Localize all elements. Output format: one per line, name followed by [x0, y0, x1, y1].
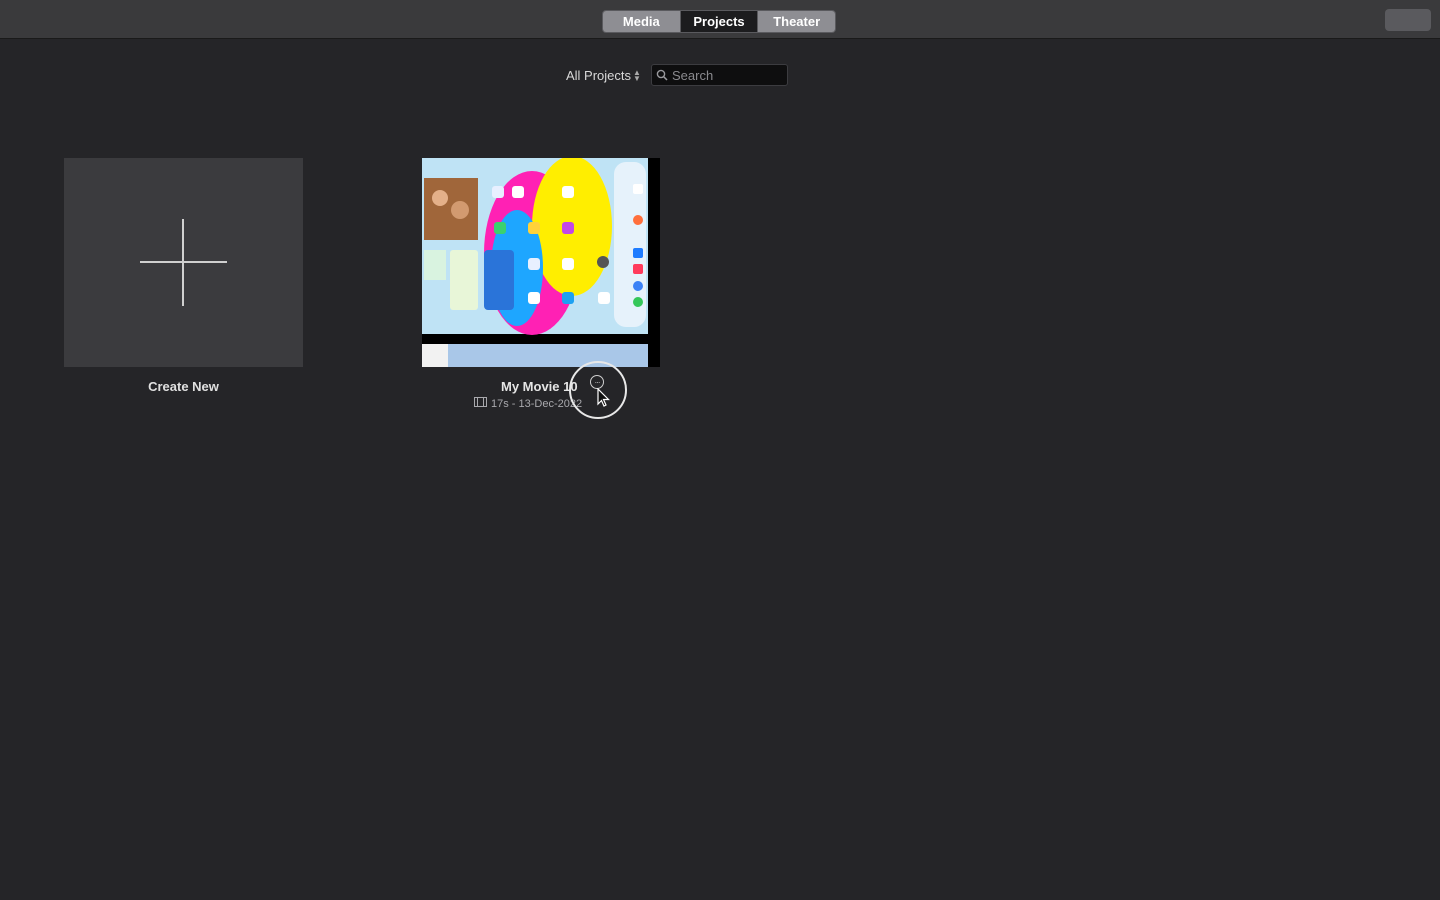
view-switcher: Media Projects Theater	[602, 10, 836, 33]
create-new-project-tile[interactable]	[64, 158, 303, 367]
project-title[interactable]: My Movie 10	[501, 379, 578, 394]
top-toolbar: Media Projects Theater	[0, 0, 1440, 39]
project-filter-dropdown[interactable]: All Projects ▲ ▼	[566, 68, 641, 83]
project-filter-label: All Projects	[566, 68, 632, 83]
tab-media[interactable]: Media	[603, 11, 680, 32]
search-input[interactable]	[672, 67, 782, 83]
ellipsis-circle-icon: ···	[590, 375, 604, 389]
tab-projects[interactable]: Projects	[679, 11, 758, 32]
updown-chevron-icon: ▲ ▼	[633, 67, 641, 83]
project-thumbnail[interactable]	[422, 158, 660, 367]
project-meta: 17s - 13-Dec-2022	[474, 397, 582, 410]
project-duration-date: 17s - 13-Dec-2022	[491, 397, 583, 410]
search-field[interactable]	[651, 64, 788, 86]
project-thumbnail-image	[422, 158, 660, 367]
search-icon	[652, 69, 672, 81]
create-new-label: Create New	[148, 379, 219, 394]
mouse-pointer-icon	[597, 388, 610, 407]
film-strip-icon	[474, 397, 487, 410]
plus-icon-vertical	[182, 219, 184, 306]
tab-theater[interactable]: Theater	[757, 11, 835, 32]
toolbar-right-button[interactable]	[1385, 9, 1431, 31]
